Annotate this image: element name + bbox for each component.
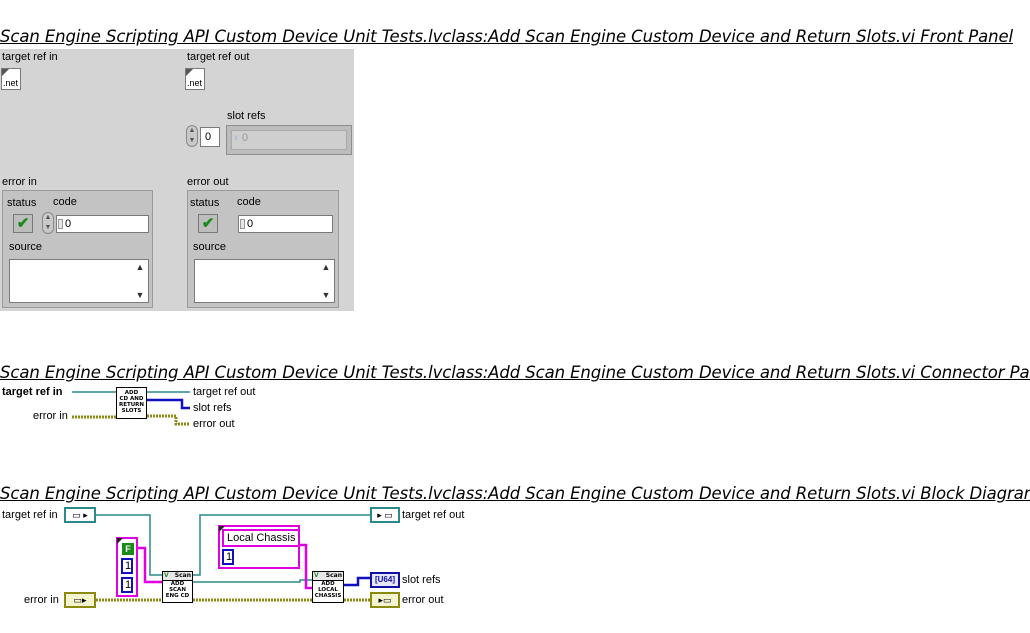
error-in-code-label: code	[53, 196, 77, 208]
error-in-status-checkmark[interactable]: ✔	[13, 214, 33, 233]
bd-target-ref-out-label: target ref out	[402, 509, 465, 521]
net-refnum-text: .net	[3, 78, 19, 88]
front-panel-heading: Scan Engine Scripting API Custom Device …	[0, 27, 1013, 46]
bd-slot-refs-terminal[interactable]: [U64]	[370, 572, 400, 588]
bd-target-ref-in-terminal[interactable]: ▭ ▸	[64, 507, 96, 523]
cp-input-target-ref-in: target ref in	[2, 386, 63, 398]
error-out-source-label: source	[193, 241, 227, 253]
target-ref-out-indicator: .net	[185, 68, 205, 90]
error-out-code-field: 0	[238, 215, 333, 233]
slot-refs-array: x 0	[226, 125, 352, 155]
target-ref-in-label: target ref in	[2, 51, 58, 63]
bd-slot-refs-label: slot refs	[402, 574, 441, 586]
refnum-terminal-icon: ▸ ▭	[377, 510, 393, 520]
error-in-source-field[interactable]: ▲ ▼	[9, 259, 149, 303]
cp-output-error-out: error out	[193, 418, 235, 430]
error-out-label: error out	[187, 176, 229, 188]
error-cluster-terminal-icon: ▭▸	[73, 595, 87, 605]
icon-line: SLOTS	[121, 408, 142, 414]
i32-badge-icon	[240, 219, 245, 229]
bd-add-local-chassis-subvi[interactable]: V Scan ADD LOCAL CHASSIS	[312, 571, 344, 603]
error-out-status-checkmark: ✔	[198, 214, 218, 233]
u64-badge-icon: x	[234, 133, 238, 142]
bd-chassis-number[interactable]: 1	[222, 549, 234, 565]
target-ref-out-label: target ref out	[187, 51, 250, 63]
cp-output-target-ref-out: target ref out	[193, 386, 256, 398]
error-in-source-label: source	[9, 241, 43, 253]
i32-badge-icon	[58, 219, 63, 229]
array-index-display[interactable]: 0	[200, 127, 220, 147]
subvi-header: Scan	[325, 572, 342, 579]
refnum-fold-icon	[186, 69, 193, 76]
add-cd-and-return-slots-icon[interactable]: ADD CD AND RETURN SLOTS	[116, 387, 147, 419]
scroll-up-icon[interactable]: ▲	[134, 262, 146, 272]
slot-refs-label: slot refs	[227, 110, 266, 122]
bd-numeric-constant[interactable]: 1	[121, 558, 133, 574]
bd-bool-constant[interactable]: F	[122, 543, 134, 555]
error-out-code-label: code	[237, 196, 261, 208]
bd-local-chassis-string[interactable]: Local Chassis	[222, 529, 301, 547]
error-in-status-label: status	[7, 197, 37, 209]
scroll-down-icon[interactable]: ▼	[320, 290, 332, 300]
refnum-fold-icon	[2, 69, 9, 76]
u64-terminal-text: [U64]	[374, 575, 395, 584]
vi-check-icon: V	[314, 572, 319, 579]
bd-error-in-terminal[interactable]: ▭▸	[64, 592, 96, 608]
error-in-code-spinner[interactable]: ▲ ▼	[42, 212, 54, 234]
error-cluster-terminal-icon: ▸▭	[378, 595, 392, 605]
scroll-down-icon[interactable]: ▼	[134, 290, 146, 300]
subvi-header: Scan	[174, 572, 191, 579]
bd-cluster-constant[interactable]: F 1 1	[116, 537, 138, 597]
front-panel: target ref in .net target ref out .net s…	[0, 49, 354, 311]
target-ref-in-control[interactable]: .net	[1, 68, 21, 90]
error-out-code-value: 0	[247, 218, 254, 230]
icon-line: ENG CD	[165, 593, 190, 599]
bd-error-in-label: error in	[24, 594, 59, 606]
bd-local-chassis-cluster[interactable]: Local Chassis 1	[218, 525, 301, 569]
bd-add-scan-eng-cd-subvi[interactable]: V Scan ADD SCAN ENG CD	[162, 571, 193, 603]
error-in-cluster: status code ✔ ▲ ▼ 0 source ▲ ▼	[2, 190, 153, 308]
bd-target-ref-out-terminal[interactable]: ▸ ▭	[370, 507, 400, 523]
bd-error-out-terminal[interactable]: ▸▭	[370, 592, 400, 608]
bd-target-ref-in-label: target ref in	[2, 509, 58, 521]
bd-numeric-constant[interactable]: 1	[121, 577, 133, 593]
array-index-spinner[interactable]: ▲ ▼	[186, 125, 198, 147]
cp-output-slot-refs: slot refs	[193, 402, 232, 414]
error-out-cluster: status code ✔ 0 source ▲ ▼	[187, 190, 339, 308]
error-in-code-field[interactable]: 0	[56, 215, 149, 233]
refnum-terminal-icon: ▭ ▸	[72, 510, 88, 520]
scroll-up-icon[interactable]: ▲	[320, 262, 332, 272]
cp-input-error-in: error in	[33, 410, 68, 422]
slot-refs-element: x 0	[231, 130, 347, 150]
net-refnum-text: .net	[187, 78, 203, 88]
vi-check-icon: V	[164, 572, 169, 579]
error-in-label: error in	[2, 176, 37, 188]
icon-line: CHASSIS	[314, 593, 342, 599]
error-out-source-field: ▲ ▼	[194, 259, 335, 303]
error-in-code-value: 0	[65, 218, 72, 230]
error-out-status-label: status	[190, 197, 220, 209]
bd-error-out-label: error out	[402, 594, 444, 606]
slot-refs-element-value: 0	[242, 132, 249, 144]
